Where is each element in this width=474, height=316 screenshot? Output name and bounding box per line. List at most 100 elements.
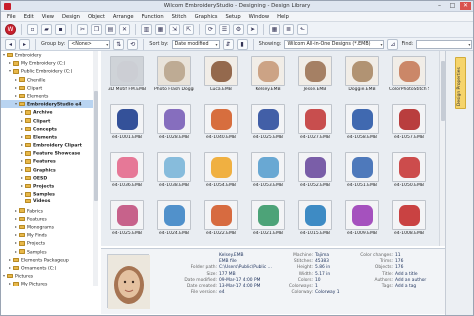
tree-node[interactable]: ▸ Features — [1, 215, 97, 223]
send-icon[interactable]: ➤ — [247, 24, 258, 35]
delete-icon[interactable]: ✕ — [119, 24, 130, 35]
design-thumbnail[interactable]: e4-1022.EMB — [201, 200, 241, 237]
stitch-list-icon[interactable]: ☰ — [219, 24, 230, 35]
tree-node[interactable]: ▸ Monograms — [1, 223, 97, 231]
detail-edit-link[interactable]: Add a title — [393, 272, 418, 277]
design-thumbnail[interactable]: e4-1058.EMB — [342, 104, 382, 141]
tree-node[interactable]: ▸ My Embroidery (C:) — [1, 59, 97, 67]
tree-node[interactable]: Videos — [1, 198, 97, 206]
sort-order-icon[interactable]: ⇵ — [222, 38, 234, 50]
detail-edit-link[interactable]: Add a tag — [393, 284, 416, 289]
menu-object[interactable]: Object — [88, 14, 105, 20]
design-thumbnail[interactable]: Kelsey.EMB — [248, 56, 288, 93]
design-thumbnail[interactable]: e4-1009.EMB — [342, 200, 382, 237]
menu-view[interactable]: View — [42, 14, 54, 20]
design-properties-tab[interactable]: Design Properties — [455, 57, 466, 109]
tree-scrollbar[interactable] — [93, 51, 98, 286]
design-thumbnail[interactable]: Jesse.EMB — [295, 56, 335, 93]
tree-node[interactable]: ▸ Feature Showcase — [1, 149, 97, 157]
tree-node[interactable]: ▸ Elements — [1, 133, 97, 141]
tree-node[interactable]: ▸ Projects — [1, 182, 97, 190]
details-view-icon[interactable]: ≣ — [283, 24, 294, 35]
tree-node[interactable]: ▾ Embroidery — [1, 51, 97, 59]
back-icon[interactable]: ◂ — [5, 38, 16, 50]
design-thumbnail[interactable]: e4-1015.EMB — [295, 200, 335, 237]
print-icon[interactable]: ▥ — [141, 24, 152, 35]
thumbnail-view-icon[interactable]: ▦ — [269, 24, 280, 35]
design-thumbnail[interactable]: 3D Motif FM.EMB — [107, 56, 147, 93]
tree-node[interactable]: ▸ Chenille — [1, 76, 97, 84]
new-file-icon[interactable]: ▫ — [27, 24, 38, 35]
design-thumbnail[interactable]: Luca.EMB — [201, 56, 241, 93]
design-thumbnail[interactable]: e4-1021.EMB — [248, 200, 288, 237]
design-thumbnail[interactable]: e4-1053.EMB — [248, 152, 288, 189]
machine-icon[interactable]: ⚙ — [233, 24, 244, 35]
design-thumbnail[interactable]: e4-1050.EMB — [389, 152, 429, 189]
design-thumbnail[interactable]: ColorPhotoStitch Sample.EMB — [389, 56, 429, 93]
menu-edit[interactable]: Edit — [24, 14, 34, 20]
sort-chart-icon[interactable]: ▮ — [236, 38, 248, 50]
open-folder-icon[interactable]: ▰ — [41, 24, 52, 35]
tree-node[interactable]: ▸ Ornaments (C:) — [1, 264, 97, 272]
tree-node[interactable]: ▸ Elements Packageup — [1, 256, 97, 264]
design-thumbnail[interactable]: e4-1027.EMB — [295, 104, 335, 141]
design-thumbnail[interactable]: Doggie.EMB — [342, 56, 382, 93]
import-icon[interactable]: ⇲ — [169, 24, 180, 35]
tree-node[interactable]: ▸ Graphics — [1, 166, 97, 174]
design-thumbnail[interactable]: e4-1025.EMB — [248, 104, 288, 141]
sort-by-select[interactable]: Date modified ▾ — [171, 39, 220, 49]
sort-ascending-icon[interactable]: ⇅ — [113, 38, 125, 50]
menu-design[interactable]: Design — [62, 14, 80, 20]
refresh-icon[interactable]: ⟲ — [127, 38, 139, 50]
tree-node[interactable]: ▸ Clipart — [1, 84, 97, 92]
menu-stitch[interactable]: Stitch — [172, 14, 187, 20]
tree-node[interactable]: ▸ Concepts — [1, 125, 97, 133]
tree-node[interactable]: ▾ Pictures — [1, 272, 97, 280]
design-thumbnail[interactable]: e4-1057.EMB — [389, 104, 429, 141]
cut-icon[interactable]: ✂ — [77, 24, 88, 35]
menu-graphics[interactable]: Graphics — [195, 14, 218, 20]
save-icon[interactable]: ▪ — [55, 24, 66, 35]
tree-node[interactable]: ▸ Elements — [1, 92, 97, 100]
folder-up-icon[interactable]: ⬑ — [297, 24, 308, 35]
find-input[interactable]: ▾ — [416, 39, 473, 49]
tree-scrollbar-thumb[interactable] — [93, 91, 98, 201]
menu-setup[interactable]: Setup — [226, 14, 241, 20]
tree-node[interactable]: ▸ Samples — [1, 190, 97, 198]
minimize-button[interactable]: – — [434, 2, 445, 10]
copy-icon[interactable]: ❐ — [91, 24, 102, 35]
tree-node[interactable]: ▸ Features — [1, 157, 97, 165]
detail-edit-link[interactable]: Add an author — [393, 278, 426, 283]
design-thumbnail[interactable]: e4-1051.EMB — [342, 152, 382, 189]
design-thumbnail[interactable]: e4-1024.EMB — [154, 200, 194, 237]
design-thumbnail[interactable]: e4-1052.EMB — [295, 152, 335, 189]
menu-function[interactable]: Function — [142, 14, 164, 20]
export-icon[interactable]: ⇱ — [183, 24, 194, 35]
design-thumbnail[interactable]: Photo Flash Doggie.EMB — [154, 56, 194, 93]
tree-node[interactable]: ▸ Samples — [1, 248, 97, 256]
design-thumbnail[interactable]: e4-1038.EMB — [154, 152, 194, 189]
menu-arrange[interactable]: Arrange — [113, 14, 134, 20]
design-thumbnail[interactable]: e4-1036.EMB — [107, 152, 147, 189]
tree-node[interactable]: ▸ Clipart — [1, 117, 97, 125]
print-preview-icon[interactable]: ▦ — [155, 24, 166, 35]
design-thumbnail[interactable]: e4-1025.EMB — [107, 200, 147, 237]
tree-node[interactable]: ▸ Fabrics — [1, 207, 97, 215]
filter-icon[interactable]: ⊿ — [387, 38, 399, 50]
convert-icon[interactable]: ⟳ — [205, 24, 216, 35]
paste-icon[interactable]: ▤ — [105, 24, 116, 35]
menu-help[interactable]: Help — [277, 14, 289, 20]
design-thumbnail[interactable]: e4-1040.EMB — [201, 104, 241, 141]
tree-node[interactable]: ▸ My Finds — [1, 231, 97, 239]
menu-window[interactable]: Window — [249, 14, 269, 20]
design-thumbnail[interactable]: e4-1008.EMB — [389, 200, 429, 237]
tree-node[interactable]: ▾ Public Embroidery (C:) — [1, 67, 97, 75]
tree-node[interactable]: ▾ EmbroideryStudio e4 — [1, 100, 97, 109]
tree-node[interactable]: ▸ Projects — [1, 239, 97, 247]
tree-node[interactable]: ▸ OESD — [1, 174, 97, 182]
close-button[interactable]: ✕ — [460, 2, 471, 10]
showing-select[interactable]: Wilcom All-in-One Designs (*.EMB) ▾ — [284, 39, 385, 49]
group-by-select[interactable]: <None> ▾ — [68, 39, 111, 49]
design-thumbnail[interactable]: e4-1054.EMB — [201, 152, 241, 189]
design-thumbnail[interactable]: e4-1028.EMB — [154, 104, 194, 141]
